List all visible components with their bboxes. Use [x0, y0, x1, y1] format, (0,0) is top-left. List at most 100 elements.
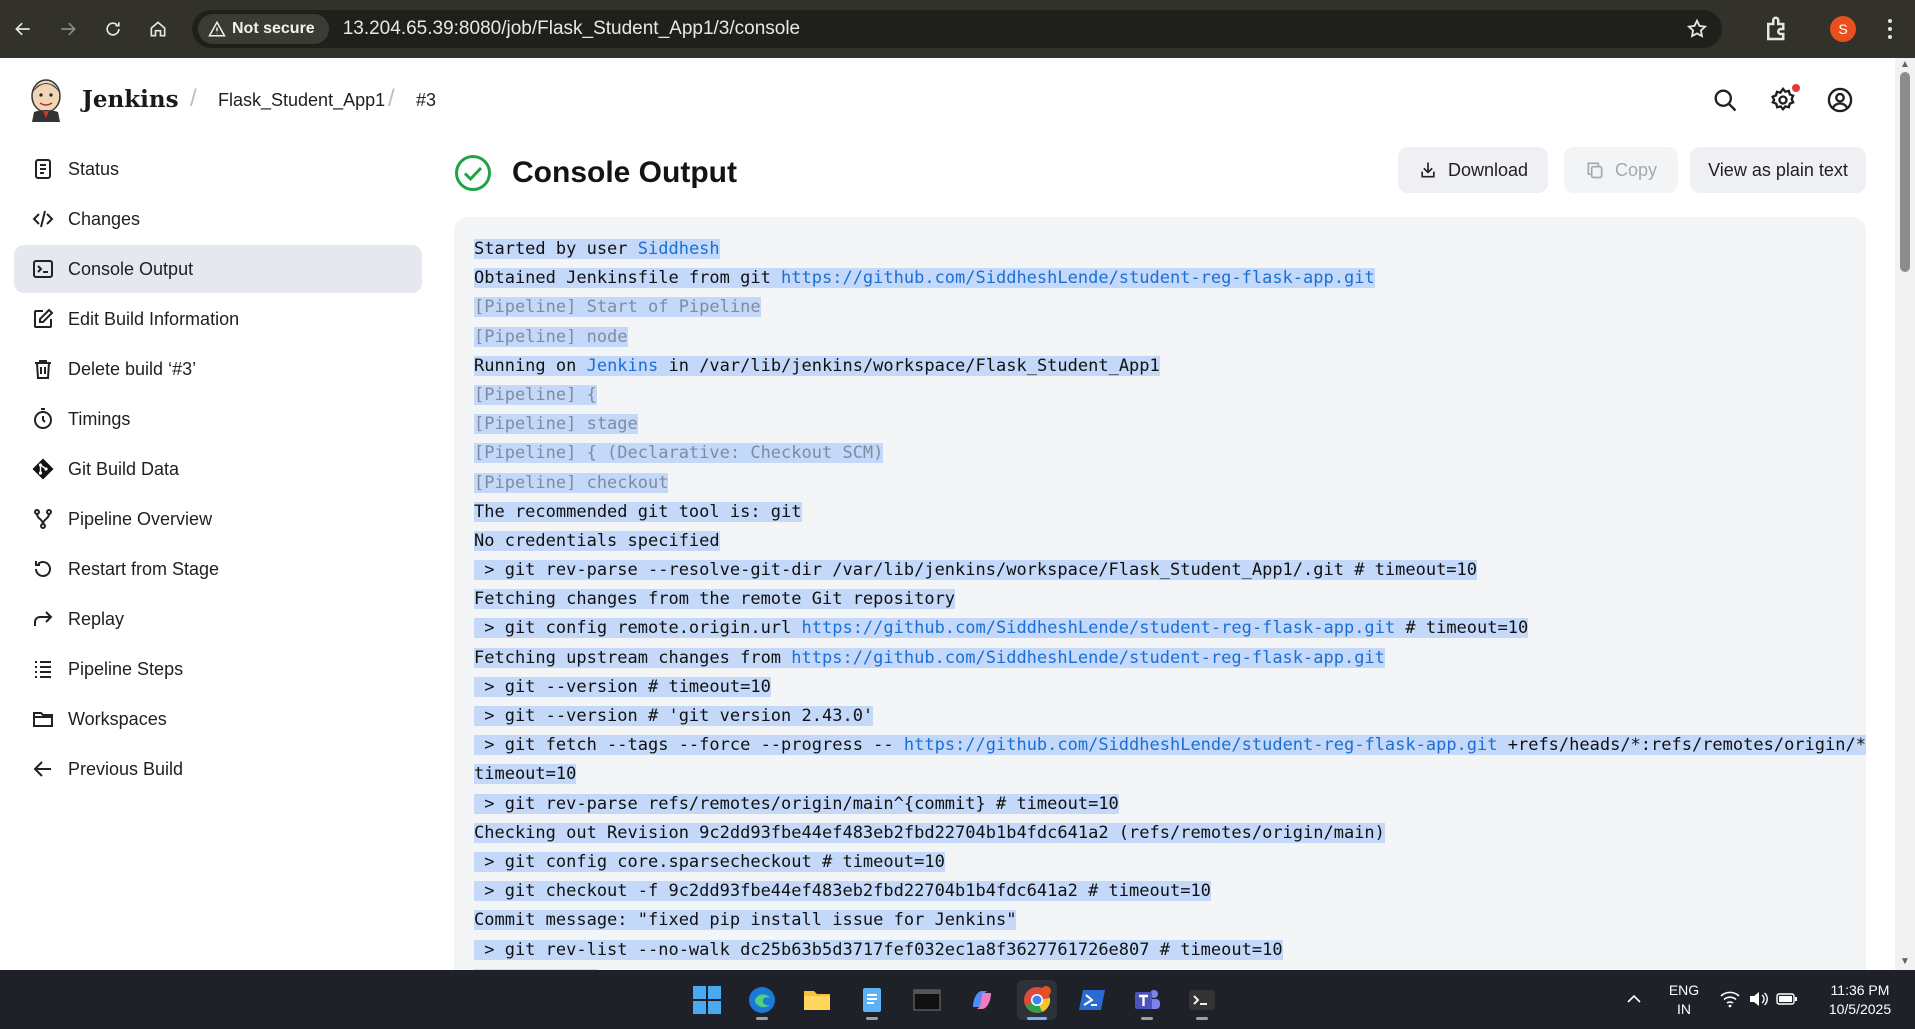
sidebar-item-workspaces[interactable]: Workspaces [14, 695, 422, 743]
sidebar-item-label: Pipeline Steps [68, 658, 184, 679]
arrow-right-icon [61, 22, 76, 36]
sidebar-item-edit-build-information[interactable]: Edit Build Information [14, 295, 422, 343]
sidebar: Status Changes Console Output Edit Build… [14, 145, 422, 795]
breadcrumb-job[interactable]: Flask_Student_App1 [218, 90, 385, 111]
extensions-icon[interactable] [1762, 14, 1792, 44]
console-line-selection: [Pipeline] Start of Pipeline [474, 297, 761, 318]
sidebar-item-git-build-data[interactable]: Git Build Data [14, 445, 422, 493]
taskbar-copilot[interactable] [962, 980, 1002, 1020]
sidebar-item-replay[interactable]: Replay [14, 595, 422, 643]
view-plain-text-button[interactable]: View as plain text [1690, 147, 1866, 193]
sidebar-item-timings[interactable]: Timings [14, 395, 422, 443]
taskbar-chrome[interactable] [1017, 980, 1057, 1020]
console-link[interactable]: https://github.com/SiddheshLende/student… [781, 268, 1375, 288]
taskbar-file-explorer[interactable] [797, 980, 837, 1020]
user-icon[interactable] [1826, 86, 1854, 114]
console-text: Fetching changes from the remote Git rep… [474, 589, 956, 610]
console-line-selection: timeout=10 [474, 764, 577, 785]
home-button[interactable] [143, 14, 173, 44]
volume-icon[interactable] [1748, 990, 1768, 1008]
taskbar-terminal[interactable] [1182, 980, 1222, 1020]
start-button[interactable] [687, 980, 727, 1020]
sidebar-item-label: Replay [68, 608, 125, 629]
taskbar-cmd[interactable] [907, 980, 947, 1020]
page-header: Console Output [454, 148, 737, 198]
clock-date: 10/5/2025 [1828, 1001, 1892, 1017]
language-indicator[interactable]: ENG IN [1664, 981, 1704, 1019]
running-indicator [1196, 1017, 1208, 1020]
console-line: > git rev-parse refs/remotes/origin/main… [474, 790, 1866, 819]
console-line-selection: > git rev-parse refs/remotes/origin/main… [474, 793, 1119, 814]
pipeline-step-text: [Pipeline] checkout [474, 472, 669, 493]
windows-start-icon [693, 986, 721, 1014]
brand-name[interactable]: Jenkins [82, 86, 179, 113]
security-chip[interactable]: Not secure [198, 14, 329, 44]
code-icon [30, 206, 56, 232]
sidebar-item-label: Workspaces [68, 708, 167, 729]
jenkins-logo-icon[interactable] [28, 78, 64, 122]
console-text: > git fetch --tags --force --progress -- [474, 735, 904, 756]
sidebar-item-status[interactable]: Status [14, 145, 422, 193]
console-link[interactable]: https://github.com/SiddheshLende/student… [904, 735, 1498, 755]
taskbar-teams[interactable] [1127, 980, 1167, 1020]
console-text: timeout=10 [474, 764, 577, 785]
system-clock[interactable]: 11:36 PM 10/5/2025 [1820, 981, 1900, 1019]
address-bar[interactable]: Not secure 13.204.65.39:8080/job/Flask_S… [192, 10, 1722, 48]
more-vert-icon[interactable] [1880, 16, 1900, 42]
profile-avatar[interactable]: S [1830, 16, 1856, 42]
page-scrollbar[interactable]: ▲ ▼ [1895, 58, 1915, 970]
battery-icon[interactable] [1776, 991, 1798, 1007]
taskbar-powershell[interactable] [1072, 980, 1112, 1020]
taskbar-notepad[interactable] [852, 980, 892, 1020]
sidebar-item-label: Delete build ‘#3’ [68, 358, 197, 379]
forward-button[interactable] [53, 14, 83, 44]
scrollbar-thumb[interactable] [1900, 72, 1910, 272]
wifi-icon[interactable] [1720, 990, 1740, 1008]
console-link[interactable]: https://github.com/SiddheshLende/student… [791, 648, 1385, 668]
console-link[interactable]: Siddhesh [638, 239, 720, 259]
console-line-selection: Fetching upstream changes from https://g… [474, 647, 1385, 668]
copy-button[interactable]: Copy [1564, 147, 1678, 193]
sidebar-item-previous-build[interactable]: Previous Build [14, 745, 422, 793]
document-icon [30, 156, 56, 182]
pipeline-step-text: [Pipeline] stage [474, 414, 638, 435]
sidebar-item-pipeline-steps[interactable]: Pipeline Steps [14, 645, 422, 693]
sidebar-item-delete-build[interactable]: Delete build ‘#3’ [14, 345, 422, 393]
console-output[interactable]: Started by user Siddhesh Obtained Jenkins… [454, 217, 1866, 977]
bookmark-star-icon[interactable] [1686, 18, 1708, 40]
notepad-icon [863, 988, 881, 1012]
scroll-up-arrow-icon[interactable]: ▲ [1899, 60, 1911, 70]
page-title: Console Output [512, 156, 737, 189]
console-line: timeout=10 [474, 760, 1866, 789]
console-line: Fetching upstream changes from https://g… [474, 644, 1866, 673]
warning-icon [208, 20, 226, 37]
sidebar-item-label: Changes [68, 208, 141, 229]
console-text: No credentials specified [474, 530, 720, 551]
chevron-up-icon[interactable] [1626, 991, 1642, 1007]
pipeline-step-text: [Pipeline] node [474, 326, 628, 347]
taskbar-edge[interactable] [742, 980, 782, 1020]
list-icon [30, 656, 56, 682]
windows-taskbar: ENG IN 11:36 PM 10/5/2025 [0, 970, 1915, 1029]
sidebar-item-restart-from-stage[interactable]: Restart from Stage [14, 545, 422, 593]
console-line: [Pipeline] checkout [474, 469, 1866, 498]
sidebar-item-pipeline-overview[interactable]: Pipeline Overview [14, 495, 422, 543]
jenkins-header: Jenkins / Flask_Student_App1 / #3 [0, 58, 1895, 142]
download-button[interactable]: Download [1398, 147, 1548, 193]
scroll-down-arrow-icon[interactable]: ▼ [1899, 957, 1911, 967]
reload-button[interactable] [98, 14, 128, 44]
back-button[interactable] [8, 14, 38, 44]
breadcrumb-build[interactable]: #3 [416, 90, 436, 111]
search-icon[interactable] [1711, 86, 1739, 114]
sidebar-item-changes[interactable]: Changes [14, 195, 422, 243]
home-icon [150, 21, 166, 37]
sidebar-item-console-output[interactable]: Console Output [14, 245, 422, 293]
console-line: > git config core.sparsecheckout # timeo… [474, 848, 1866, 877]
terminal-icon [30, 256, 56, 282]
console-link[interactable]: https://github.com/SiddheshLende/student… [802, 618, 1396, 638]
console-link[interactable]: Jenkins [587, 356, 659, 376]
console-line-selection: Running on Jenkins in /var/lib/jenkins/w… [474, 355, 1160, 376]
console-line: [Pipeline] { [474, 381, 1866, 410]
console-line-selection: [Pipeline] node [474, 326, 628, 347]
url-text[interactable]: 13.204.65.39:8080/job/Flask_Student_App1… [343, 18, 800, 40]
